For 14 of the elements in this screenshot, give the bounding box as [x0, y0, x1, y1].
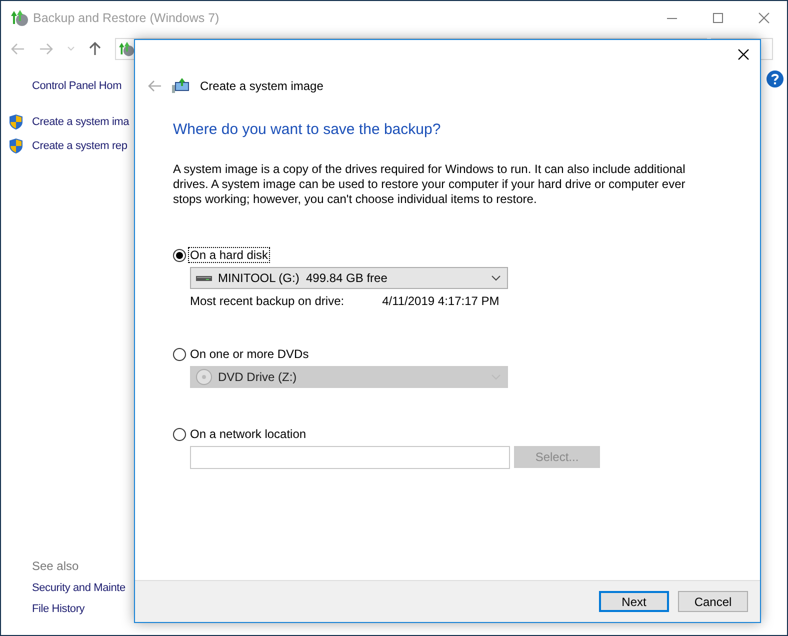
drive-dropdown[interactable]: MINITOOL (G:) 499.84 GB free	[190, 267, 508, 289]
sidebar-link[interactable]: Create a system rep	[32, 140, 128, 152]
radio-label[interactable]: On a hard disk	[188, 247, 270, 263]
next-button[interactable]: Next	[599, 591, 669, 612]
info-label: Most recent backup on drive:	[190, 294, 344, 308]
see-also-heading: See also	[31, 559, 80, 573]
radio-label[interactable]: On a network location	[188, 426, 308, 442]
sidebar-link[interactable]: Create a system ima	[32, 116, 130, 128]
description-text: A system image is a copy of the drives required for Windows to run. It can also include additional drives. A system image can be used to restore your computer if your hard drive or computer ever stops working; however, you can't choose individual items to restore.	[173, 162, 686, 207]
dialog-heading: Where do you want to save the backup?	[173, 121, 442, 138]
window-title: Backup and Restore (Windows 7)	[33, 10, 220, 24]
dialog-title: Create a system image	[200, 79, 324, 93]
info-value: 4/11/2019 4:17:17 PM	[382, 294, 500, 308]
cancel-button[interactable]: Cancel	[678, 591, 748, 612]
